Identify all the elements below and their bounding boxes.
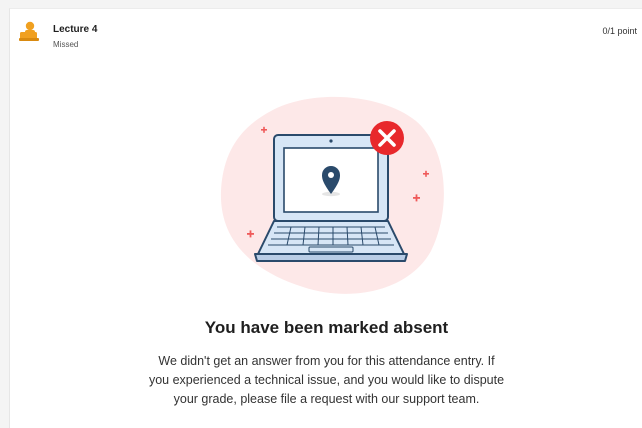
item-title: Lecture 4 xyxy=(53,24,98,35)
absent-heading: You have been marked absent xyxy=(204,318,449,337)
message-line: We didn't get an answer from you for thi… xyxy=(158,354,495,368)
attendance-person-icon xyxy=(19,21,39,41)
item-status: Missed xyxy=(53,40,79,49)
attendance-panel: Lecture 4 Missed 0/1 point You have been… xyxy=(9,8,642,428)
message-line: you experienced a technical issue, and y… xyxy=(148,373,505,387)
points-label: 0/1 point xyxy=(602,26,637,36)
absent-illustration xyxy=(220,96,444,294)
error-x-icon xyxy=(370,121,404,155)
message-line: your grade, please file a request with o… xyxy=(173,392,480,406)
absent-message: We didn't get an answer from you for thi… xyxy=(10,352,642,409)
